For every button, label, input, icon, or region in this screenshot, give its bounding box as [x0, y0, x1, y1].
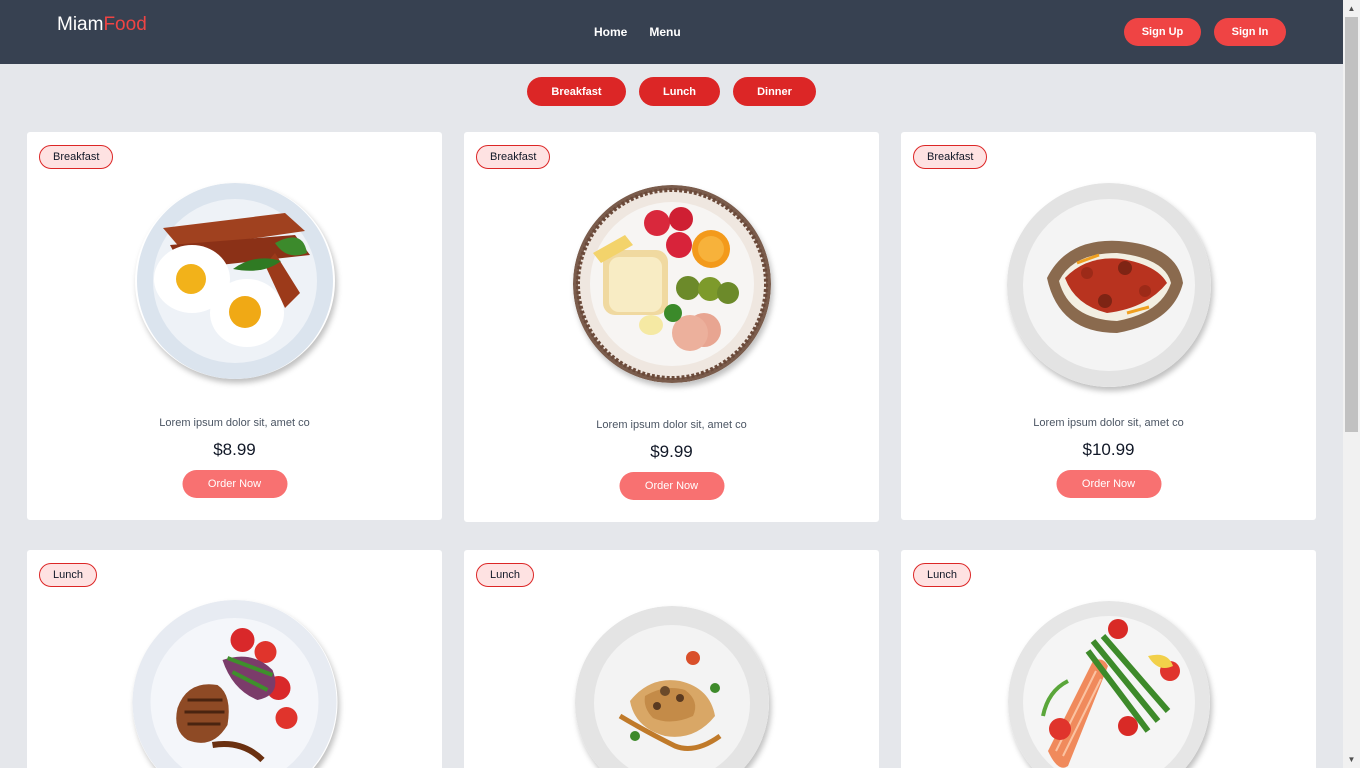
dish-price: $8.99: [213, 440, 256, 459]
dish-description: Lorem ipsum dolor sit, amet co: [159, 417, 310, 429]
dish-description: Lorem ipsum dolor sit, amet co: [596, 419, 747, 431]
food-card: Breakfast Lorem ipsum dolor sit, amet co…: [26, 131, 443, 521]
filter-breakfast-button[interactable]: Breakfast: [527, 77, 626, 106]
nav-home-link[interactable]: Home: [594, 25, 627, 39]
order-now-button[interactable]: Order Now: [619, 472, 724, 500]
category-tag: Lunch: [913, 563, 971, 587]
filter-lunch-button[interactable]: Lunch: [639, 77, 720, 106]
food-card: Lunch: [26, 549, 443, 768]
nav-menu-link[interactable]: Menu: [649, 25, 680, 39]
nav-links: Home Menu: [594, 25, 681, 39]
logo-accent-text: Food: [103, 14, 147, 35]
food-card: Lunch: [900, 549, 1317, 768]
page-scrollbar[interactable]: ▲ ▼: [1343, 0, 1360, 768]
category-tag: Lunch: [476, 563, 534, 587]
food-card: Breakfast Lorem ipsum dolor sit, amet co…: [463, 131, 880, 523]
dish-price: $9.99: [650, 442, 693, 461]
filter-dinner-button[interactable]: Dinner: [733, 77, 816, 106]
dish-image: [572, 185, 771, 383]
food-card: Lunch: [463, 549, 880, 768]
scrollbar-thumb[interactable]: [1345, 17, 1358, 432]
food-card: Breakfast Lorem ipsum dolor sit, amet co…: [900, 131, 1317, 521]
navbar: MiamFood Home Menu Sign Up Sign In: [0, 0, 1343, 64]
category-tag: Breakfast: [476, 145, 551, 169]
scroll-down-arrow-icon[interactable]: ▼: [1343, 751, 1360, 768]
dish-image: [1006, 183, 1211, 387]
dish-image: [132, 600, 337, 768]
category-tag: Breakfast: [39, 145, 114, 169]
order-now-button[interactable]: Order Now: [1056, 470, 1161, 498]
dish-price: $10.99: [1082, 440, 1135, 459]
sign-up-button[interactable]: Sign Up: [1124, 18, 1201, 46]
dish-description: Lorem ipsum dolor sit, amet co: [1033, 417, 1184, 429]
sign-in-button[interactable]: Sign In: [1214, 18, 1286, 46]
logo-text: Miam: [57, 14, 104, 35]
logo[interactable]: MiamFood: [57, 14, 147, 36]
dish-image: [135, 183, 335, 379]
dish-image: [1007, 601, 1210, 768]
scroll-up-arrow-icon[interactable]: ▲: [1343, 0, 1360, 17]
category-tag: Breakfast: [913, 145, 988, 169]
category-tag: Lunch: [39, 563, 97, 587]
dish-image: [574, 606, 769, 768]
order-now-button[interactable]: Order Now: [182, 470, 287, 498]
